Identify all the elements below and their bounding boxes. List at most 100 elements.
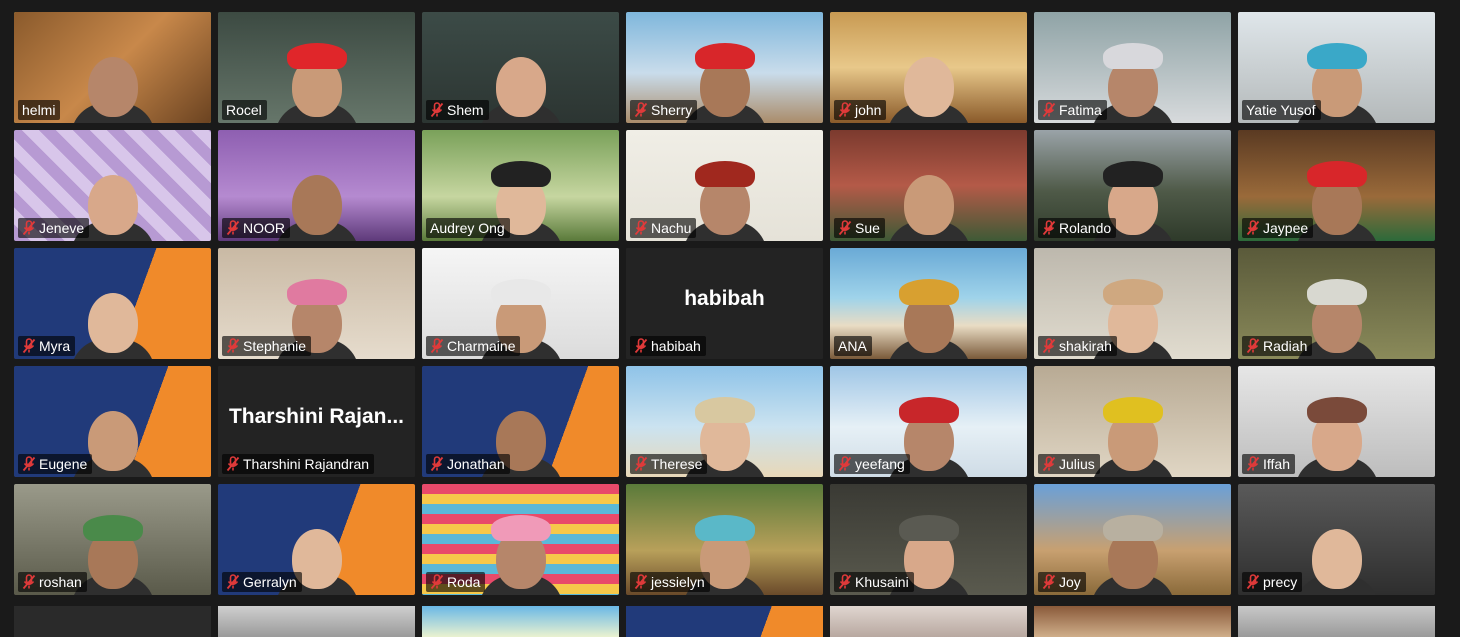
participant-tile-yeefang[interactable]: yeefang xyxy=(830,366,1027,477)
participant-name: Julius xyxy=(1059,456,1095,472)
participant-name: Roda xyxy=(447,574,481,590)
participant-grid: helmi Rocel Shem Sherry john Fatima Yatie Yuso… xyxy=(14,12,1435,595)
participant-tile-jonathan[interactable]: Jonathan xyxy=(422,366,619,477)
participant-tile-nachu[interactable]: Nachu xyxy=(626,130,823,241)
participant-tile-partial[interactable] xyxy=(1034,606,1231,637)
participant-tile-myra[interactable]: Myra xyxy=(14,248,211,359)
muted-mic-icon xyxy=(1246,338,1260,354)
participant-name-label: Fatima xyxy=(1038,100,1107,120)
participant-tile-roda[interactable]: Roda xyxy=(422,484,619,595)
participant-name: Stephanie xyxy=(243,338,307,354)
participant-tile-noor[interactable]: NOOR xyxy=(218,130,415,241)
participant-name-label: ANA xyxy=(834,336,872,356)
participant-tile-fatima[interactable]: Fatima xyxy=(1034,12,1231,123)
muted-mic-icon xyxy=(430,102,444,118)
participant-tile-khusaini[interactable]: Khusaini xyxy=(830,484,1027,595)
participant-tile-rocel[interactable]: Rocel xyxy=(218,12,415,123)
participant-tile-partial[interactable] xyxy=(626,606,823,637)
participant-name: Shem xyxy=(447,102,484,118)
participant-tile-therese[interactable]: Therese xyxy=(626,366,823,477)
participant-avatar xyxy=(886,155,971,241)
participant-tile-charmaine[interactable]: Charmaine xyxy=(422,248,619,359)
participant-name: Jonathan xyxy=(447,456,505,472)
participant-name-label: john xyxy=(834,100,887,120)
participant-tile-audrey-ong[interactable]: Audrey Ong xyxy=(422,130,619,241)
participant-tile-rolando[interactable]: Rolando xyxy=(1034,130,1231,241)
participant-tile-iffah[interactable]: Iffah xyxy=(1238,366,1435,477)
participant-name: jessielyn xyxy=(651,574,705,590)
participant-name-label: habibah xyxy=(630,336,706,356)
participant-name: Rolando xyxy=(1059,220,1112,236)
participant-tile-roshan[interactable]: roshan xyxy=(14,484,211,595)
participant-tile-helmi[interactable]: helmi xyxy=(14,12,211,123)
participant-name: Joy xyxy=(1059,574,1081,590)
muted-mic-icon xyxy=(634,574,648,590)
participant-name: Sherry xyxy=(651,102,693,118)
participant-name: Iffah xyxy=(1263,456,1290,472)
participant-name: Charmaine xyxy=(447,338,516,354)
participant-name: Myra xyxy=(39,338,71,354)
participant-tile-sherry[interactable]: Sherry xyxy=(626,12,823,123)
participant-tile-partial[interactable] xyxy=(1238,606,1435,637)
participant-tile-sue[interactable]: Sue xyxy=(830,130,1027,241)
muted-mic-icon xyxy=(430,574,444,590)
participant-tile-habibah[interactable]: habibah habibah xyxy=(626,248,823,359)
participant-name: roshan xyxy=(39,574,82,590)
muted-mic-icon xyxy=(226,456,240,472)
participant-tile-john[interactable]: john xyxy=(830,12,1027,123)
participant-name: Fatima xyxy=(1059,102,1102,118)
participant-tile-jeneve[interactable]: Jeneve xyxy=(14,130,211,241)
participant-tile-precy[interactable]: precy xyxy=(1238,484,1435,595)
participant-avatar xyxy=(1090,391,1175,477)
muted-mic-icon xyxy=(22,220,36,236)
participant-name-label: Joy xyxy=(1038,572,1086,592)
participant-tile-radiah[interactable]: Radiah xyxy=(1238,248,1435,359)
participant-name: yeefang xyxy=(855,456,905,472)
participant-tile-partial[interactable] xyxy=(830,606,1027,637)
participant-tile-partial[interactable] xyxy=(422,606,619,637)
participant-avatar xyxy=(886,37,971,123)
muted-mic-icon xyxy=(430,456,444,472)
participant-name: ANA xyxy=(838,338,867,354)
participant-tile-jaypee[interactable]: Jaypee xyxy=(1238,130,1435,241)
muted-mic-icon xyxy=(1042,574,1056,590)
participant-name: habibah xyxy=(651,338,701,354)
participant-tile-partial[interactable] xyxy=(218,606,415,637)
muted-mic-icon xyxy=(226,574,240,590)
participant-tile-jessielyn[interactable]: jessielyn xyxy=(626,484,823,595)
participant-avatar xyxy=(1294,509,1379,595)
participant-tile-stephanie[interactable]: Stephanie xyxy=(218,248,415,359)
participant-tile-yatie-yusof[interactable]: Yatie Yusof xyxy=(1238,12,1435,123)
video-off-display-name: habibah xyxy=(684,286,765,310)
participant-name-label: Audrey Ong xyxy=(426,218,510,238)
participant-tile-shakirah[interactable]: shakirah xyxy=(1034,248,1231,359)
participant-tile-joy[interactable]: Joy xyxy=(1034,484,1231,595)
muted-mic-icon xyxy=(226,338,240,354)
participant-name-label: precy xyxy=(1242,572,1303,592)
participant-name-label: Julius xyxy=(1038,454,1100,474)
participant-tile-gerralyn[interactable]: Gerralyn xyxy=(218,484,415,595)
participant-name-label: Sherry xyxy=(630,100,698,120)
muted-mic-icon xyxy=(634,220,648,236)
muted-mic-icon xyxy=(22,574,36,590)
participant-name: Radiah xyxy=(1263,338,1308,354)
participant-tile-tharshini-rajandran[interactable]: Tharshini Rajan... Tharshini Rajandran xyxy=(218,366,415,477)
participant-name-label: Sue xyxy=(834,218,885,238)
participant-name-label: Radiah xyxy=(1242,336,1313,356)
muted-mic-icon xyxy=(838,574,852,590)
muted-mic-icon xyxy=(1042,220,1056,236)
participant-name: helmi xyxy=(22,102,56,118)
participant-tile-ana[interactable]: ANA xyxy=(830,248,1027,359)
participant-name: Therese xyxy=(651,456,703,472)
participant-tile-shem[interactable]: Shem xyxy=(422,12,619,123)
participant-tile-eugene[interactable]: Eugene xyxy=(14,366,211,477)
video-off-display-name: Tharshini Rajan... xyxy=(228,404,405,428)
participant-avatar xyxy=(1294,391,1379,477)
participant-name-label: Myra xyxy=(18,336,76,356)
participant-avatar xyxy=(274,37,359,123)
participant-tile-partial[interactable] xyxy=(14,606,211,637)
muted-mic-icon xyxy=(430,338,444,354)
participant-tile-julius[interactable]: Julius xyxy=(1034,366,1231,477)
participant-name-label: Stephanie xyxy=(222,336,312,356)
muted-mic-icon xyxy=(226,220,240,236)
